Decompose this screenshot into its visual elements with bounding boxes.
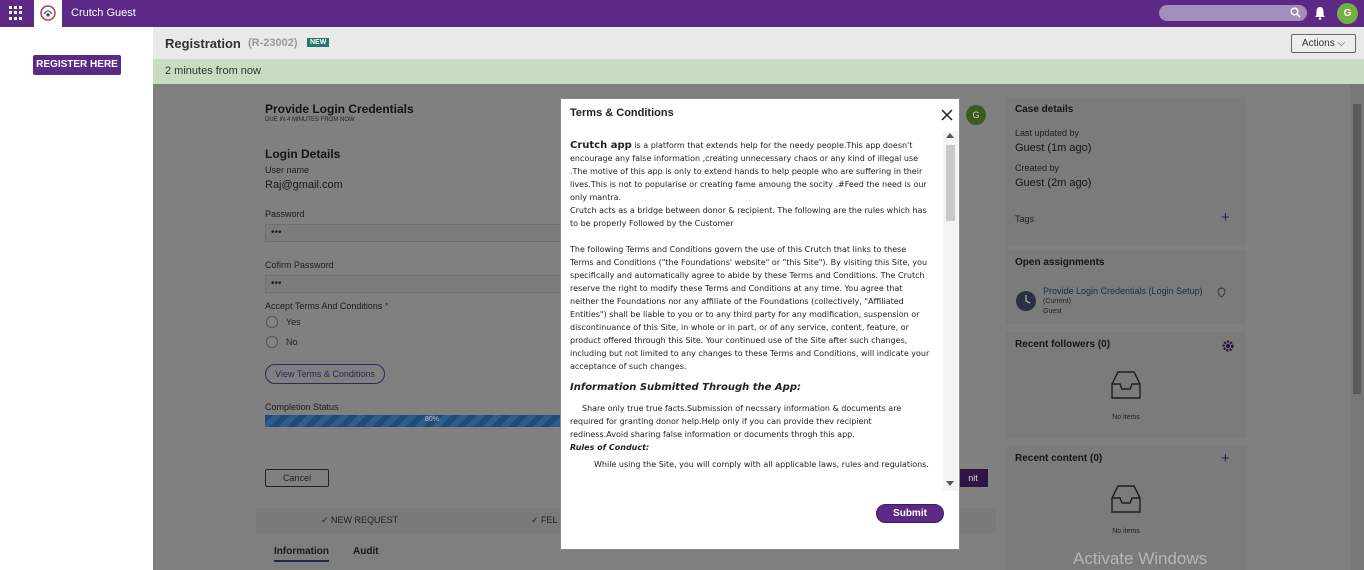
terms-label: Accept Terms And Conditions * (265, 301, 388, 311)
updated-value: Guest (1m ago) (1015, 142, 1092, 154)
close-icon[interactable] (939, 107, 955, 123)
completion-value: 80% (425, 416, 440, 423)
created-label: Created by (1015, 163, 1060, 173)
assignment-link[interactable]: Provide Login Credentials (Login Setup) (1043, 286, 1203, 296)
scroll-up-icon[interactable] (946, 133, 954, 138)
modal-title: Terms & Conditions (570, 107, 674, 119)
terms-brand: Crutch app (570, 140, 632, 151)
status-badge: NEW (307, 38, 330, 47)
tab-audit[interactable]: Audit (353, 546, 379, 557)
password-field[interactable]: ••• (265, 224, 565, 242)
terms-intro: Crutch app is a platform that extends he… (570, 139, 932, 204)
view-terms-button[interactable]: View Terms & Conditions (265, 364, 385, 384)
page-scrollbar[interactable] (1350, 84, 1364, 570)
search-icon[interactable] (1290, 7, 1301, 18)
due-banner-text: 2 minutes from now (165, 65, 261, 77)
empty-inbox-icon (1111, 371, 1141, 399)
radio-yes[interactable] (266, 316, 278, 328)
bell-icon[interactable] (1314, 6, 1326, 20)
clock-icon (1016, 291, 1036, 311)
completion-progress-bar: 80% (265, 415, 565, 427)
page-title: Registration (165, 36, 241, 51)
cancel-button[interactable]: Cancel (265, 469, 329, 487)
top-bar: Crutch Guest G (0, 0, 1364, 27)
empty-inbox-icon (1111, 485, 1141, 513)
search-input[interactable] (1159, 5, 1307, 21)
created-value: Guest (2m ago) (1015, 177, 1092, 189)
register-here-button[interactable]: REGISTER HERE (33, 55, 121, 75)
followers-empty-text: No items (1112, 414, 1140, 421)
case-details-title: Case details (1015, 104, 1074, 115)
terms-paragraph-2: Crutch acts as a bridge between donor & … (570, 206, 927, 228)
actions-button[interactable]: Actions ⌵ (1291, 34, 1356, 53)
assignment-status: (Current) (1043, 298, 1072, 305)
assignment-user: Guest (1043, 308, 1062, 315)
stage-new-request[interactable]: ✓ NEW REQUEST (321, 515, 398, 526)
updated-label: Last updated by (1015, 128, 1080, 138)
password-label: Password (265, 209, 305, 219)
scroll-down-icon[interactable] (946, 481, 954, 486)
form-submit-button[interactable]: nit (958, 469, 988, 487)
form-title: Provide Login Credentials (265, 102, 414, 116)
app-name: Crutch Guest (71, 7, 136, 19)
content-empty-text: No items (1112, 528, 1140, 535)
location-pin-icon (1217, 287, 1226, 298)
due-banner: 2 minutes from now (153, 59, 1364, 84)
case-details-card: Case details Last updated by Guest (1m a… (1006, 97, 1246, 245)
actions-label: Actions (1301, 38, 1335, 49)
tab-information[interactable]: Information (274, 546, 329, 562)
stage-second-label: FEL (541, 515, 558, 525)
case-header: Registration (R-23002) NEW Actions ⌵ (153, 27, 1364, 59)
left-panel: REGISTER HERE (0, 27, 153, 570)
page-scrollbar-thumb[interactable] (1353, 104, 1361, 394)
tags-label: Tags (1015, 214, 1035, 224)
radio-yes-label: Yes (286, 317, 301, 327)
app-launcher-icon[interactable] (9, 6, 23, 20)
assignee-avatar: G (966, 105, 986, 125)
username-label: User name (265, 165, 310, 175)
activate-windows-watermark: Activate Windows (1073, 549, 1208, 568)
open-assignments-card: Open assignments Provide Login Credentia… (1006, 250, 1246, 324)
terms-paragraph-3: The following Terms and Conditions gover… (570, 245, 930, 371)
case-id: (R-23002) (248, 37, 298, 49)
confirm-password-label: Cofirm Password (265, 260, 334, 270)
completion-label: Completion Status (265, 402, 339, 412)
modal-scrollbar[interactable] (943, 131, 958, 491)
radio-no[interactable] (266, 336, 278, 348)
add-tag-icon[interactable]: + (1221, 209, 1230, 226)
terms-section-title: Information Submitted Through the App: (570, 382, 801, 393)
section-heading: Login Details (265, 147, 341, 161)
recent-followers-card: Recent followers (0) No items (1006, 332, 1246, 438)
logo-icon (40, 5, 56, 21)
terms-label-text: Accept Terms And Conditions (265, 301, 383, 311)
add-content-icon[interactable]: + (1221, 450, 1230, 467)
terms-paragraph-5: While using the Site, you will comply wi… (594, 460, 929, 469)
stage-second[interactable]: ✓ FEL (531, 515, 558, 526)
radio-no-label: No (286, 337, 298, 347)
terms-rules-title: Rules of Conduct: (570, 443, 650, 452)
terms-content: Crutch app is a platform that extends he… (570, 139, 932, 491)
stage-new-request-label: NEW REQUEST (331, 515, 399, 525)
recent-content-title: Recent content (0) (1015, 453, 1103, 464)
modal-scrollbar-thumb[interactable] (946, 145, 955, 221)
username-value: Raj@gmail.com (265, 179, 343, 191)
confirm-password-field[interactable]: ••• (265, 275, 565, 293)
app-logo[interactable] (34, 0, 62, 27)
user-avatar[interactable]: G (1337, 3, 1358, 24)
gear-icon[interactable] (1221, 339, 1235, 353)
required-mark: * (384, 301, 389, 311)
modal-submit-button[interactable]: Submit (876, 504, 944, 523)
chevron-down-icon: ⌵ (1337, 38, 1346, 49)
terms-modal: Terms & Conditions Crutch app is a platf… (560, 98, 960, 550)
recent-followers-title: Recent followers (0) (1015, 339, 1111, 350)
form-due: DUE IN 4 MINUTES FROM NOW (265, 117, 355, 123)
open-assignments-title: Open assignments (1015, 257, 1105, 268)
terms-paragraph-4: Share only true true facts.Submission of… (570, 404, 902, 439)
